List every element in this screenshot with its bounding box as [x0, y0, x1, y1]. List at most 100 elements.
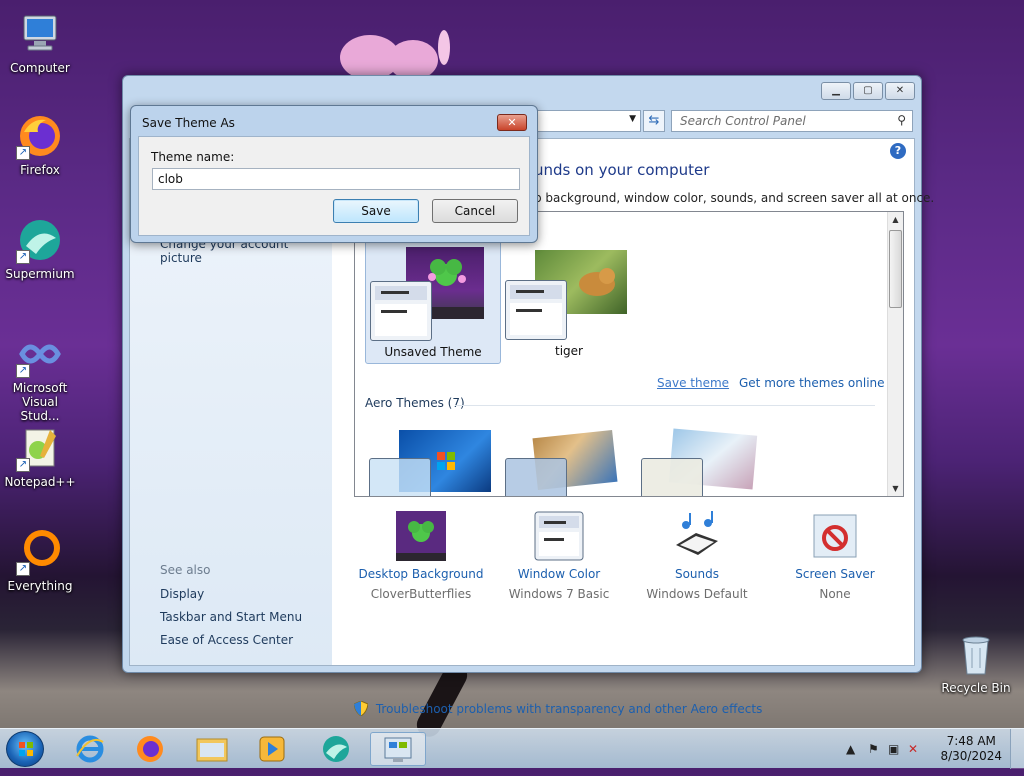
shortcut-arrow-icon: ↗: [16, 458, 30, 472]
shortcut-arrow-icon: ↗: [16, 562, 30, 576]
desktop-icon-label: Firefox: [20, 163, 60, 177]
desktop-background-value: CloverButterflies: [370, 587, 472, 601]
themes-scrollbar[interactable]: ▲ ▼: [887, 212, 903, 496]
aero-theme-characters[interactable]: [637, 422, 773, 496]
troubleshoot-link[interactable]: Troubleshoot problems with transparency …: [376, 702, 763, 716]
taskbar-internet-explorer[interactable]: [62, 732, 118, 766]
window-color-thumb: [505, 458, 567, 496]
desktop-icon-label: Supermium: [5, 267, 75, 281]
taskbar-explorer[interactable]: [184, 732, 240, 766]
desktop-icon-visual-studio[interactable]: ↗ Microsoft Visual Stud...: [2, 330, 78, 423]
action-center-flag-icon[interactable]: ⚑: [868, 742, 879, 756]
supermium-icon: [323, 736, 349, 762]
refresh-icon[interactable]: ⇆: [643, 110, 665, 132]
taskbar-media-player[interactable]: [244, 732, 300, 766]
desktop-icon-label: Everything: [7, 579, 73, 593]
notepadpp-icon: ↗: [16, 424, 64, 472]
recycle-bin-icon: [952, 630, 1000, 678]
shield-icon: [353, 700, 369, 717]
control-panel-icon: [384, 737, 412, 762]
chevron-down-icon[interactable]: ▼: [629, 114, 636, 124]
internet-explorer-icon: [76, 735, 104, 763]
volume-muted-icon[interactable]: ✕: [908, 742, 918, 756]
shortcut-arrow-icon: ↗: [16, 364, 30, 378]
desktop-icon-label: Notepad++: [4, 475, 76, 489]
dialog-close-button[interactable]: ✕: [497, 114, 527, 131]
desktop-background-item[interactable]: Desktop Background CloverButterflies: [356, 511, 486, 601]
minimize-button[interactable]: ▁: [821, 82, 851, 100]
sounds-title[interactable]: Sounds: [632, 567, 762, 581]
chevron-up-icon[interactable]: ▲: [888, 212, 903, 227]
address-bar[interactable]: ▼: [523, 110, 641, 132]
clock-time: 7:48 AM: [946, 734, 996, 748]
taskbar-control-panel[interactable]: [370, 732, 426, 766]
window-color-item[interactable]: Window Color Windows 7 Basic: [494, 511, 624, 601]
search-placeholder: Search Control Panel: [680, 114, 806, 128]
aero-theme-architecture[interactable]: [501, 422, 637, 496]
desktop-icon-label: Recycle Bin: [941, 681, 1011, 695]
desktop-icon-supermium[interactable]: ↗ Supermium: [2, 216, 78, 281]
window-color-thumb: [505, 280, 567, 340]
shortcut-arrow-icon: ↗: [16, 146, 30, 160]
desktop-icon-computer[interactable]: Computer: [2, 10, 78, 75]
dialog-title: Save Theme As: [142, 116, 235, 130]
visual-studio-icon: ↗: [16, 330, 64, 378]
sounds-value: Windows Default: [646, 587, 748, 601]
save-theme-link[interactable]: Save theme: [657, 376, 729, 390]
maximize-button[interactable]: ▢: [853, 82, 883, 100]
windows-logo-icon: [19, 742, 33, 756]
theme-tiger[interactable]: tiger: [501, 240, 637, 364]
system-tray: ▲ ⚑ ▣ ✕ 7:48 AM 8/30/2024: [824, 729, 1024, 769]
desktop-icon-everything[interactable]: ↗ Everything: [2, 528, 78, 593]
window-color-thumb: [641, 458, 703, 496]
aero-theme-windows7[interactable]: [365, 422, 501, 496]
ease-of-access-link[interactable]: Ease of Access Center: [160, 633, 293, 647]
window-color-value: Windows 7 Basic: [508, 587, 610, 601]
desktop-icon-label: Microsoft Visual Stud...: [12, 381, 68, 423]
troubleshoot-row: Troubleshoot problems with transparency …: [353, 700, 763, 717]
themes-list: Unsaved Theme tiger Save theme Get more …: [354, 211, 904, 497]
cancel-button[interactable]: Cancel: [432, 199, 518, 223]
taskbar-firefox[interactable]: [122, 732, 178, 766]
wallpaper-flower: [330, 20, 480, 80]
start-button[interactable]: [6, 731, 44, 767]
search-input[interactable]: Search Control Panel ⚲: [671, 110, 913, 132]
desktop-icon-notepadpp[interactable]: ↗ Notepad++: [2, 424, 78, 489]
desktop-icon-firefox[interactable]: ↗ Firefox: [2, 112, 78, 177]
shortcut-arrow-icon: ↗: [16, 250, 30, 264]
scroll-thumb[interactable]: [889, 230, 902, 308]
theme-name-input[interactable]: [152, 168, 520, 190]
theme-unsaved[interactable]: Unsaved Theme: [365, 240, 501, 364]
get-more-themes-link[interactable]: Get more themes online: [739, 376, 885, 390]
screen-saver-title[interactable]: Screen Saver: [770, 567, 900, 581]
computer-icon: [16, 10, 64, 58]
screen-saver-icon: [810, 511, 860, 561]
page-subtitle: p background, window color, sounds, and …: [534, 191, 935, 205]
window-color-thumb: [369, 458, 431, 496]
save-button[interactable]: Save: [333, 199, 419, 223]
close-button[interactable]: ✕: [885, 82, 915, 100]
page-title: unds on your computer: [534, 161, 710, 179]
desktop-icon-recycle-bin[interactable]: Recycle Bin: [938, 630, 1014, 695]
help-icon[interactable]: ?: [890, 143, 906, 159]
desktop-icon-label: Computer: [10, 61, 70, 75]
screen-saver-item[interactable]: Screen Saver None: [770, 511, 900, 601]
aero-themes-heading: Aero Themes (7): [365, 396, 465, 410]
theme-label: tiger: [555, 344, 583, 358]
taskbar: ▲ ⚑ ▣ ✕ 7:48 AM 8/30/2024: [0, 728, 1024, 769]
network-icon[interactable]: ▣: [888, 742, 899, 756]
show-desktop-button[interactable]: [1010, 729, 1024, 769]
taskbar-start-menu-link[interactable]: Taskbar and Start Menu: [160, 610, 302, 624]
window-color-title[interactable]: Window Color: [494, 567, 624, 581]
sounds-item[interactable]: Sounds Windows Default: [632, 511, 762, 601]
display-link[interactable]: Display: [160, 587, 204, 601]
clock[interactable]: 7:48 AM 8/30/2024: [940, 734, 1002, 764]
search-icon[interactable]: ⚲: [897, 113, 906, 127]
theme-label: Unsaved Theme: [384, 345, 482, 359]
desktop-background-title[interactable]: Desktop Background: [356, 567, 486, 581]
chevron-up-icon[interactable]: ▲: [846, 742, 855, 756]
taskbar-supermium[interactable]: [308, 732, 364, 766]
chevron-down-icon[interactable]: ▼: [888, 481, 903, 496]
media-player-icon: [259, 736, 285, 762]
section-divider: [455, 405, 875, 406]
